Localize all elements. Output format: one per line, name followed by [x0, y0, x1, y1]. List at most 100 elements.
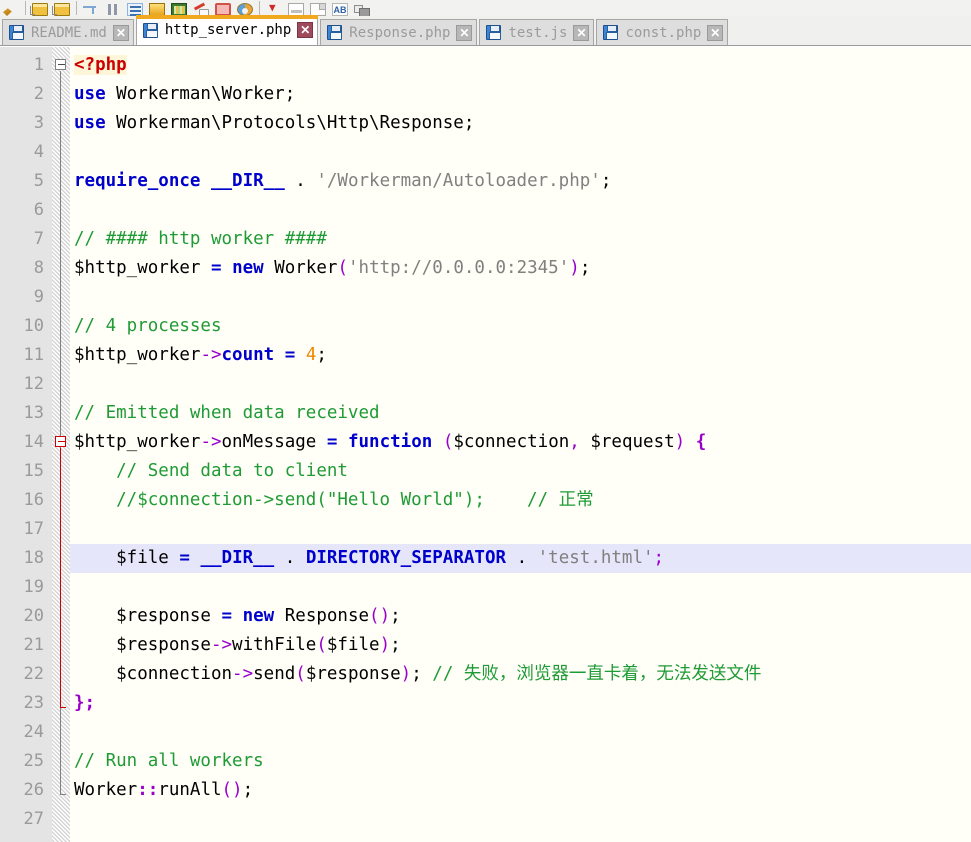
line-number: 26 — [23, 780, 44, 800]
code-token: DIRECTORY_SEPARATOR — [305, 548, 507, 568]
code-line[interactable]: // Emitted when data received — [70, 399, 971, 428]
fold-collapse-icon[interactable] — [55, 436, 66, 447]
code-token: -> — [200, 432, 222, 452]
donut-chart-icon[interactable] — [234, 0, 256, 16]
toolbar-separator — [73, 0, 80, 16]
magic-wand-icon[interactable] — [0, 0, 22, 16]
code-token: -> — [232, 664, 254, 684]
code-token: = — [179, 548, 190, 568]
code-line[interactable]: }; — [70, 689, 971, 718]
code-line[interactable]: $file = __DIR__ . DIRECTORY_SEPARATOR . … — [70, 544, 971, 573]
code-line[interactable]: $http_worker->onMessage = function ($con… — [70, 428, 971, 457]
fold-range-line — [60, 448, 61, 707]
code-token: = — [210, 258, 222, 278]
code-token: ( — [295, 664, 306, 684]
code-line[interactable] — [70, 718, 971, 747]
close-icon[interactable]: ✕ — [456, 24, 473, 41]
line-number: 12 — [23, 374, 44, 394]
code-line[interactable]: $response = new Response(); — [70, 602, 971, 631]
code-token: 'http://0.0.0.0:2345' — [348, 258, 570, 278]
indent-icon-glyph — [83, 3, 99, 16]
save-all-icon[interactable] — [51, 0, 73, 16]
page-copy-icon[interactable] — [307, 0, 329, 16]
code-folding-column[interactable] — [52, 47, 70, 842]
code-token: -> — [210, 635, 233, 655]
code-token: $file — [326, 635, 380, 655]
close-icon[interactable]: ✕ — [707, 24, 724, 41]
color-map-icon[interactable] — [168, 0, 190, 16]
code-token: . — [506, 548, 538, 568]
code-line[interactable]: use Workerman\Protocols\Http\Response; — [70, 109, 971, 138]
line-number: 3 — [33, 113, 44, 133]
code-token: $response — [74, 606, 211, 626]
code-token: withFile — [232, 635, 317, 655]
frame-icon[interactable] — [285, 0, 307, 16]
code-line[interactable]: require_once __DIR__ . '/Workerman/Autol… — [70, 167, 971, 196]
code-line[interactable] — [70, 515, 971, 544]
code-line[interactable]: // #### http worker #### — [70, 225, 971, 254]
tab-readme-md[interactable]: README.md ✕ — [2, 19, 134, 45]
line-number: 20 — [23, 606, 44, 626]
code-line[interactable] — [70, 370, 971, 399]
code-token: use — [74, 113, 106, 133]
line-number: 2 — [33, 84, 44, 104]
code-line[interactable]: use Workerman\Worker; — [70, 80, 971, 109]
open-folder-icon[interactable] — [29, 0, 51, 16]
red-frame-icon[interactable] — [212, 0, 234, 16]
indent-icon[interactable] — [80, 0, 102, 16]
code-line[interactable] — [70, 805, 971, 834]
code-token: ) — [569, 258, 580, 278]
code-token: = — [221, 606, 233, 626]
code-line[interactable]: $http_worker = new Worker('http://0.0.0.… — [70, 254, 971, 283]
close-icon[interactable]: ✕ — [297, 22, 314, 38]
close-icon[interactable]: ✕ — [112, 24, 129, 41]
tab-test-js[interactable]: test.js ✕ — [479, 19, 595, 45]
code-token: $http_worker — [74, 345, 201, 365]
code-token: runAll — [158, 780, 222, 800]
code-token: ; — [390, 635, 401, 655]
code-token: ; — [579, 258, 591, 278]
tab-http-server-php[interactable]: http_server.php ✕ — [135, 15, 319, 45]
code-line[interactable]: // Send data to client — [70, 457, 971, 486]
code-line[interactable] — [70, 196, 971, 225]
code-token: ) — [674, 432, 686, 452]
code-token: $request — [579, 432, 675, 452]
code-line[interactable]: <?php — [70, 51, 971, 80]
format-list-icon[interactable] — [124, 0, 146, 16]
code-token: ; — [284, 84, 296, 104]
code-line[interactable]: //$connection->send("Hello World"); // 正… — [70, 486, 971, 515]
line-number: 6 — [33, 200, 44, 220]
code-line[interactable] — [70, 283, 971, 312]
code-line[interactable]: $response->withFile($file); — [70, 631, 971, 660]
code-editor[interactable]: 1 2 3 4 5 6 7 8 9 10 11 12 13 14 15 16 17 18 19 20 21 22 23 24 2… — [0, 47, 971, 842]
code-line[interactable] — [70, 573, 971, 602]
code-line[interactable]: // Run all workers — [70, 747, 971, 776]
code-line[interactable]: $http_worker->count = 4; — [70, 341, 971, 370]
close-icon[interactable]: ✕ — [573, 24, 590, 41]
bookmark-icon[interactable] — [263, 0, 285, 16]
tab-response-php[interactable]: Response.php ✕ — [320, 19, 478, 45]
code-line[interactable] — [70, 138, 971, 167]
floppy-disk-icon — [486, 25, 502, 40]
code-line[interactable]: Worker::runAll(); — [70, 776, 971, 805]
ab-replace-icon[interactable]: AB — [329, 0, 351, 16]
tab-const-php[interactable]: const.php ✕ — [596, 19, 729, 45]
note-icon[interactable] — [146, 0, 168, 16]
code-line[interactable]: $connection->send($response); // 失败，浏览器一… — [70, 660, 971, 689]
code-line[interactable]: // 4 processes — [70, 312, 971, 341]
tab-label: README.md — [31, 24, 107, 41]
fold-collapse-icon[interactable] — [55, 59, 66, 70]
tab-bar: README.md ✕ http_server.php ✕ Response.php ✕ t… — [0, 15, 971, 46]
line-number: 13 — [23, 403, 44, 423]
window-tile-icon[interactable] — [351, 0, 373, 16]
line-number: 9 — [33, 287, 44, 307]
line-number: 7 — [33, 229, 44, 249]
pen-edit-icon[interactable] — [190, 0, 212, 16]
code-text-area[interactable]: <?php use Workerman\Worker; use Workerman\… — [70, 47, 971, 842]
pause-icon[interactable] — [102, 0, 124, 16]
code-token: = — [284, 345, 296, 365]
code-token: 正常 — [558, 490, 594, 510]
